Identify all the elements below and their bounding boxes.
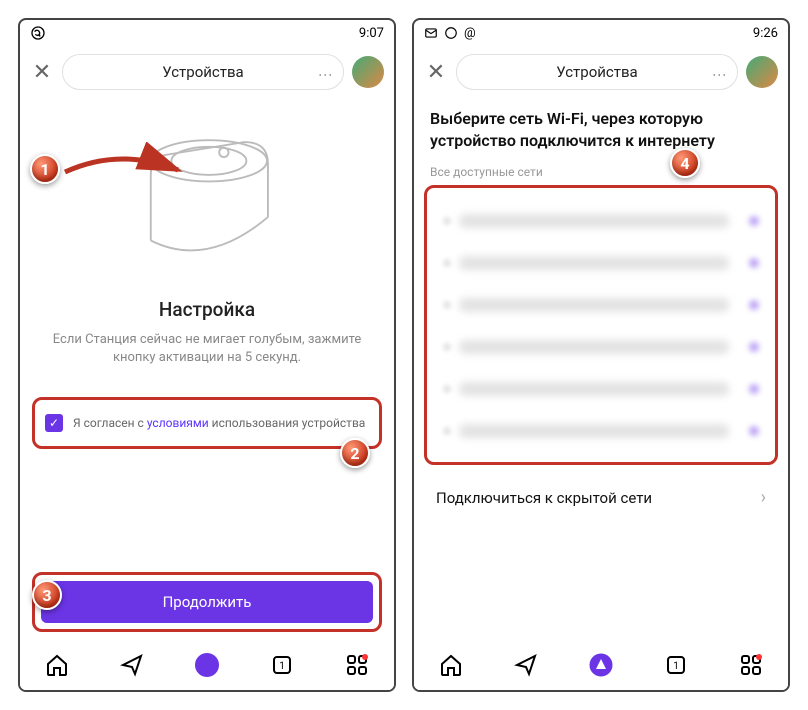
- wifi-network-item[interactable]: [435, 284, 767, 326]
- wifi-signal-icon: [749, 216, 759, 226]
- more-icon[interactable]: ⋮: [317, 68, 333, 77]
- nav-send-icon[interactable]: [119, 652, 145, 678]
- nav-alice-icon[interactable]: [194, 652, 220, 678]
- content: Выберите сеть Wi-Fi, через которую устро…: [414, 98, 788, 530]
- nav-alice-icon[interactable]: [588, 652, 614, 678]
- consent-row[interactable]: ✓ Я согласен с условиями использования у…: [32, 397, 382, 449]
- nav-home-icon[interactable]: [438, 652, 464, 678]
- status-bar: 9:07: [20, 20, 394, 46]
- status-time: 9:07: [359, 26, 384, 41]
- setup-subtitle: Если Станция сейчас не мигает голубым, з…: [36, 331, 378, 367]
- at-icon: @: [464, 26, 476, 41]
- status-icons-left: [30, 25, 46, 41]
- status-icons-left: @: [424, 26, 476, 41]
- more-icon[interactable]: ⋮: [711, 68, 727, 77]
- wifi-subtitle: Все доступные сети: [430, 165, 772, 179]
- status-time: 9:26: [753, 26, 778, 41]
- chevron-right-icon: ›: [761, 487, 766, 508]
- screen-setup: 9:07 ✕ Устройства ⋮ Настройка Если Станц…: [18, 18, 396, 692]
- avatar[interactable]: [746, 56, 778, 88]
- continue-button[interactable]: Продолжить: [41, 581, 373, 623]
- callout-marker-2: 2: [340, 438, 370, 468]
- nav-tabs-icon[interactable]: 1: [269, 652, 295, 678]
- wifi-signal-icon: [749, 384, 759, 394]
- svg-text:1: 1: [279, 661, 285, 672]
- wifi-network-item[interactable]: [435, 410, 767, 452]
- arrow-icon: [60, 142, 190, 198]
- wifi-network-item[interactable]: [435, 242, 767, 284]
- wifi-network-item[interactable]: [435, 368, 767, 410]
- terms-link[interactable]: условиями: [147, 416, 209, 430]
- status-bar: @ 9:26: [414, 20, 788, 46]
- notification-dot: [756, 654, 762, 660]
- nav-home-icon[interactable]: [44, 652, 70, 678]
- callout-marker-3: 3: [32, 580, 62, 610]
- callout-marker-1: 1: [30, 154, 60, 184]
- bottom-nav: 1: [414, 640, 788, 690]
- header: ✕ Устройства ⋮: [20, 46, 394, 98]
- wifi-signal-icon: [749, 300, 759, 310]
- nav-menu-icon[interactable]: [738, 652, 764, 678]
- header: ✕ Устройства ⋮: [414, 46, 788, 98]
- connect-hidden-network[interactable]: Подключиться к скрытой сети ›: [430, 465, 772, 530]
- consent-checkbox[interactable]: ✓: [45, 414, 63, 432]
- avatar[interactable]: [352, 56, 384, 88]
- wifi-network-item[interactable]: [435, 200, 767, 242]
- wifi-signal-icon: [749, 426, 759, 436]
- wifi-title: Выберите сеть Wi-Fi, через которую устро…: [430, 98, 772, 165]
- bottom-nav: 1: [20, 640, 394, 690]
- notification-dot: [362, 654, 368, 660]
- whatsapp-icon: [30, 25, 46, 41]
- continue-highlight: Продолжить: [32, 572, 382, 632]
- header-title-box[interactable]: Устройства ⋮: [456, 54, 738, 90]
- nav-send-icon[interactable]: [513, 652, 539, 678]
- mail-icon: [424, 26, 438, 40]
- consent-text: Я согласен с условиями использования уст…: [73, 416, 365, 430]
- nav-tabs-icon[interactable]: 1: [663, 652, 689, 678]
- svg-text:1: 1: [673, 661, 679, 672]
- wifi-list: [424, 185, 778, 465]
- close-icon[interactable]: ✕: [424, 60, 448, 85]
- whatsapp-icon: [444, 26, 458, 40]
- header-title-box[interactable]: Устройства ⋮: [62, 54, 344, 90]
- nav-menu-icon[interactable]: [344, 652, 370, 678]
- wifi-signal-icon: [749, 342, 759, 352]
- wifi-signal-icon: [749, 258, 759, 268]
- setup-title: Настройка: [36, 298, 378, 321]
- wifi-network-item[interactable]: [435, 326, 767, 368]
- close-icon[interactable]: ✕: [30, 60, 54, 85]
- callout-marker-4: 4: [670, 148, 700, 178]
- header-title: Устройства: [162, 63, 243, 81]
- screen-wifi: @ 9:26 ✕ Устройства ⋮ Выберите сеть Wi-F…: [412, 18, 790, 692]
- header-title: Устройства: [556, 63, 637, 81]
